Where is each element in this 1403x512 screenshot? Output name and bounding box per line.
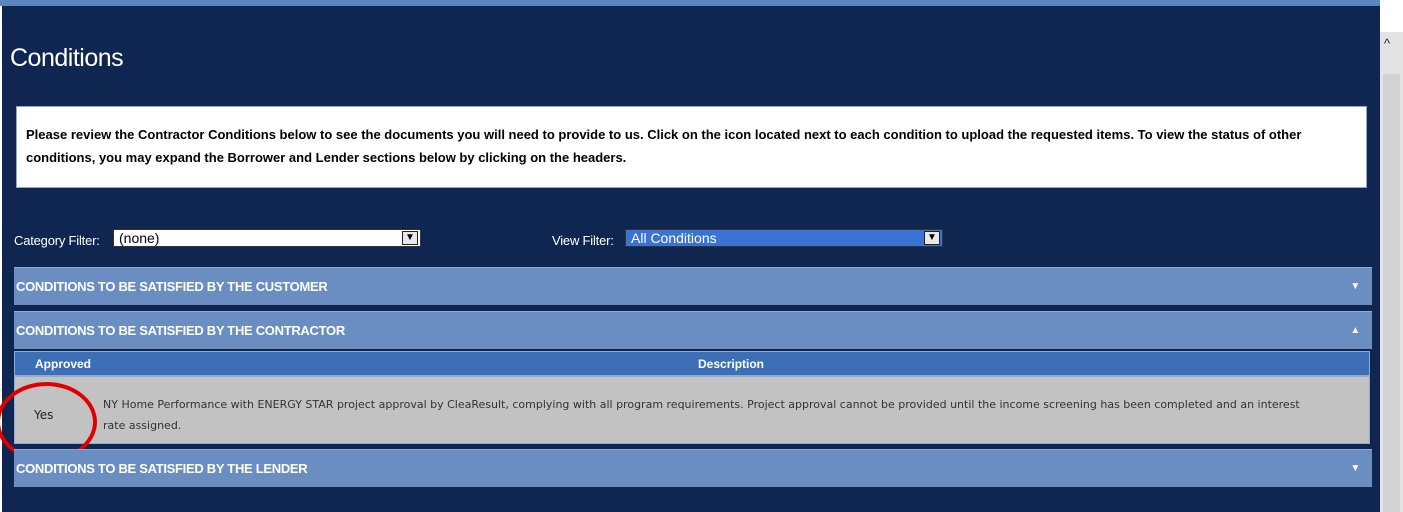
dropdown-arrow-icon[interactable]: ▼ bbox=[924, 231, 940, 245]
chevron-down-icon[interactable]: ▼ bbox=[1350, 450, 1360, 488]
conditions-table-header: Approved Description bbox=[14, 351, 1370, 376]
scrollbar-thumb[interactable] bbox=[1383, 74, 1400, 512]
view-filter-label: View Filter: bbox=[552, 233, 614, 248]
instructions-text: Please review the Contractor Conditions … bbox=[26, 127, 1302, 165]
page-title: Conditions bbox=[10, 44, 124, 72]
chevron-down-icon[interactable]: ▼ bbox=[1350, 268, 1360, 306]
category-filter-label: Category Filter: bbox=[14, 233, 100, 248]
column-header-approved[interactable]: Approved bbox=[35, 352, 91, 377]
category-filter-value: (none) bbox=[119, 230, 160, 246]
scrollbar-top bbox=[1380, 12, 1403, 32]
instructions-box: Please review the Contractor Conditions … bbox=[14, 104, 1369, 190]
scroll-up-arrow-icon[interactable]: ^ bbox=[1384, 37, 1398, 50]
section-header-customer[interactable]: CONDITIONS TO BE SATISFIED BY THE CUSTOM… bbox=[14, 267, 1372, 305]
view-filter-value: All Conditions bbox=[631, 230, 717, 246]
vertical-scrollbar[interactable]: ^ bbox=[1380, 12, 1403, 512]
section-header-label: CONDITIONS TO BE SATISFIED BY THE LENDER bbox=[16, 461, 308, 476]
condition-description: NY Home Performance with ENERGY STAR pro… bbox=[103, 398, 1300, 432]
category-filter-select[interactable]: (none) ▼ bbox=[113, 229, 421, 247]
section-header-label: CONDITIONS TO BE SATISFIED BY THE CONTRA… bbox=[16, 323, 345, 338]
column-header-description[interactable]: Description bbox=[698, 352, 764, 377]
dropdown-arrow-icon[interactable]: ▼ bbox=[402, 231, 418, 245]
section-header-label: CONDITIONS TO BE SATISFIED BY THE CUSTOM… bbox=[16, 279, 328, 294]
chevron-up-icon[interactable]: ▲ bbox=[1350, 312, 1360, 350]
table-row: Yes NY Home Performance with ENERGY STAR… bbox=[14, 376, 1370, 444]
view-filter-select[interactable]: All Conditions ▼ bbox=[625, 229, 943, 247]
section-header-lender[interactable]: CONDITIONS TO BE SATISFIED BY THE LENDER… bbox=[14, 449, 1372, 487]
section-header-contractor[interactable]: CONDITIONS TO BE SATISFIED BY THE CONTRA… bbox=[14, 311, 1372, 349]
